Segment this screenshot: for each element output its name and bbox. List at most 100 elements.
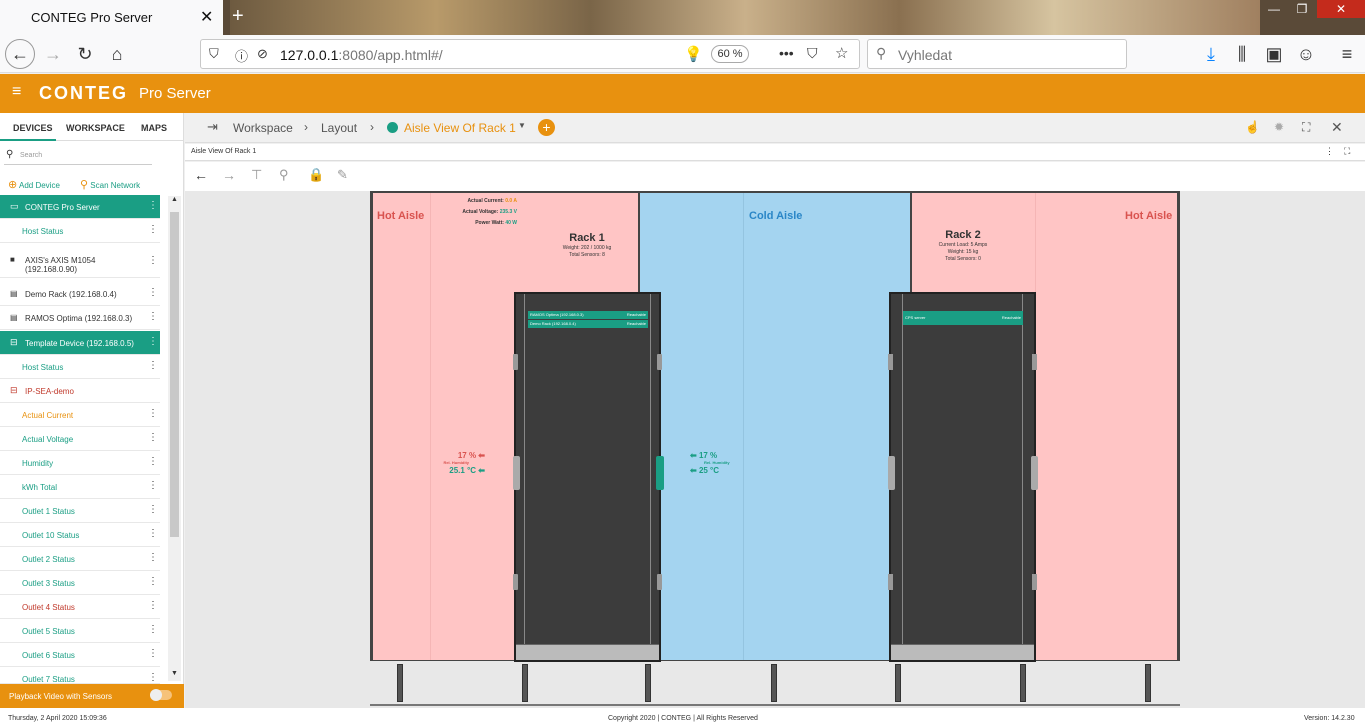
close-tab-icon[interactable]: ✕ xyxy=(200,7,213,27)
playback-toggle[interactable] xyxy=(150,689,172,701)
add-layout-icon[interactable]: + xyxy=(538,119,555,136)
menu-icon[interactable]: ≡ xyxy=(1333,41,1361,67)
library-icon[interactable]: ⫼ xyxy=(1228,41,1256,67)
sensor-item-actual-voltage[interactable]: Actual Voltage ⋮ xyxy=(0,427,160,451)
close-icon[interactable]: ✕ xyxy=(1331,119,1343,136)
pocket-icon[interactable]: ⛉ xyxy=(807,45,818,62)
scroll-down-icon[interactable]: ▼ xyxy=(171,670,178,677)
collapse-icon[interactable]: ⊟ xyxy=(10,337,18,348)
rack-device-row[interactable]: RAMOS Optima (192.168.0.3) Reachable xyxy=(528,311,648,319)
hamburger-icon[interactable]: ≡ xyxy=(12,83,21,101)
more-vert-icon[interactable]: ⋮ xyxy=(148,200,158,211)
sensor-item-outlet-6[interactable]: Outlet 6 Status ⋮ xyxy=(0,643,160,667)
sensor-item-outlet-2[interactable]: Outlet 2 Status ⋮ xyxy=(0,547,160,571)
exit-icon[interactable]: ⇥ xyxy=(207,119,218,135)
reload-icon[interactable]: ↻ xyxy=(71,41,99,67)
sensor-item-outlet-7[interactable]: Outlet 7 Status ⋮ xyxy=(0,667,160,684)
forward-arrow-icon[interactable]: → xyxy=(222,167,236,183)
sensor-item-outlet-4[interactable]: Outlet 4 Status ⋮ xyxy=(0,595,160,619)
rack2[interactable]: CPS server Reachable xyxy=(888,292,1038,662)
sensor-item-outlet-1[interactable]: Outlet 1 Status ⋮ xyxy=(0,499,160,523)
sensor-handle[interactable] xyxy=(656,456,664,490)
breadcrumb-workspace[interactable]: Workspace xyxy=(233,121,293,135)
sensor-item-outlet-5[interactable]: Outlet 5 Status ⋮ xyxy=(0,619,160,643)
more-vert-icon[interactable]: ⋮ xyxy=(148,648,158,659)
forward-icon[interactable]: → xyxy=(39,41,67,67)
touch-icon[interactable]: ☝ xyxy=(1245,120,1260,134)
device-item-conteg-pro-server[interactable]: ▭ CONTEG Pro Server ⋮ xyxy=(0,195,160,219)
more-vert-icon[interactable]: ⋮ xyxy=(148,504,158,515)
back-arrow-icon[interactable]: ← xyxy=(194,167,208,183)
tab-workspace[interactable]: WORKSPACE xyxy=(66,123,125,133)
door-handle[interactable] xyxy=(1031,456,1038,490)
address-bar[interactable]: ⛉ ⓘ ⊘ 127.0.0.1:8080/app.html#/ 💡 60 % •… xyxy=(200,39,860,69)
fullscreen-icon[interactable]: ⛶ xyxy=(1302,120,1310,135)
sensor-item-outlet-10[interactable]: Outlet 10 Status ⋮ xyxy=(0,523,160,547)
tab-devices[interactable]: DEVICES xyxy=(13,123,53,133)
device-item-ip-sea-demo[interactable]: ⊟ IP-SEA-demo xyxy=(0,379,160,403)
device-item-demo-rack[interactable]: ▤ Demo Rack (192.168.0.4) ⋮ xyxy=(0,282,160,306)
sidebar-scrollbar[interactable]: ▲ ▼ xyxy=(168,196,181,681)
device-item-axis-camera[interactable]: ■ AXIS's AXIS M1054 (192.168.0.90) ⋮ xyxy=(0,250,160,278)
hot-aisle-sensor[interactable]: 17 % ⬅ Rel. Humidity 25.1 °C ⬅ xyxy=(433,451,485,475)
more-vert-icon[interactable]: ⋮ xyxy=(148,528,158,539)
tab-maps[interactable]: MAPS xyxy=(141,123,167,133)
rack1[interactable]: RAMOS Optima (192.168.0.3) Reachable Dem… xyxy=(513,292,664,662)
more-vert-icon[interactable]: ⋮ xyxy=(148,408,158,419)
browser-search[interactable]: ⚲ Vyhledat xyxy=(867,39,1127,69)
download-icon[interactable]: ⤓ xyxy=(1197,41,1225,67)
door-handle[interactable] xyxy=(888,456,895,490)
lock-icon[interactable]: 🔒 xyxy=(308,167,324,183)
account-icon[interactable]: ☺ xyxy=(1292,41,1320,67)
home-icon[interactable]: ⌂ xyxy=(103,41,131,67)
cold-aisle-sensor[interactable]: ⬅ 17 % Rel. Humidity ⬅ 25 °C xyxy=(690,451,750,475)
sensor-item-kwh-total[interactable]: kWh Total ⋮ xyxy=(0,475,160,499)
device-item-template-device[interactable]: ⊟ Template Device (192.168.0.5) ⋮ xyxy=(0,331,160,355)
edit-icon[interactable]: ✎ xyxy=(337,167,348,183)
breadcrumb-current[interactable]: Aisle View Of Rack 1 xyxy=(404,121,516,135)
zoom-icon[interactable]: ⚲ xyxy=(279,167,289,183)
more-vert-icon[interactable]: ⋮ xyxy=(148,552,158,563)
sensor-item-humidity[interactable]: Humidity ⋮ xyxy=(0,451,160,475)
more-vert-icon[interactable]: ⋮ xyxy=(148,336,158,347)
more-vert-icon[interactable]: ⋮ xyxy=(148,672,158,683)
align-top-icon[interactable]: ⊤ xyxy=(251,167,262,183)
more-vert-icon[interactable]: ⋮ xyxy=(148,576,158,587)
device-item-host-status[interactable]: Host Status ⋮ xyxy=(0,219,160,243)
more-vert-icon[interactable]: ⋮ xyxy=(148,360,158,371)
device-search-input[interactable]: ⚲ Search xyxy=(4,147,152,165)
scrollbar-thumb[interactable] xyxy=(170,212,179,537)
minimize-icon[interactable]: — xyxy=(1259,0,1289,18)
scan-network-button[interactable]: ⚲ Scan Network xyxy=(80,178,140,191)
more-vert-icon[interactable]: ⋮ xyxy=(148,432,158,443)
back-icon[interactable]: ← xyxy=(5,39,35,69)
more-vert-icon[interactable]: ⋮ xyxy=(148,480,158,491)
device-item-ramos-optima[interactable]: ▤ RAMOS Optima (192.168.0.3) ⋮ xyxy=(0,306,160,330)
lightbulb-icon[interactable]: 💡 xyxy=(684,45,703,63)
more-vert-icon[interactable]: ⋮ xyxy=(148,311,158,322)
more-vert-icon[interactable]: ⋮ xyxy=(148,456,158,467)
more-icon[interactable]: ••• xyxy=(779,45,794,61)
more-vert-icon[interactable]: ⋮ xyxy=(148,255,158,266)
more-vert-icon[interactable]: ⋮ xyxy=(148,287,158,298)
more-vert-icon[interactable]: ⋮ xyxy=(148,224,158,235)
collapse-icon[interactable]: ⊟ xyxy=(10,385,18,396)
sensor-item-actual-current[interactable]: Actual Current ⋮ xyxy=(0,403,160,427)
rack-device-row[interactable]: CPS server Reachable xyxy=(903,311,1023,325)
add-device-button[interactable]: ⊕ Add Device xyxy=(8,178,60,191)
scroll-up-icon[interactable]: ▲ xyxy=(171,196,178,203)
breadcrumb-layout[interactable]: Layout xyxy=(321,121,357,135)
browser-tab[interactable]: CONTEG Pro Server ✕ xyxy=(0,0,223,35)
new-tab-icon[interactable]: + xyxy=(232,5,244,28)
bookmark-star-icon[interactable]: ☆ xyxy=(835,44,848,62)
sensor-item-outlet-3[interactable]: Outlet 3 Status ⋮ xyxy=(0,571,160,595)
more-vert-icon[interactable]: ⋮ xyxy=(148,624,158,635)
sensor-item-host-status[interactable]: Host Status ⋮ xyxy=(0,355,160,379)
window-close-icon[interactable]: ✕ xyxy=(1317,0,1365,18)
door-handle[interactable] xyxy=(513,456,520,490)
zoom-badge[interactable]: 60 % xyxy=(711,45,749,63)
dropdown-icon[interactable]: ▼ xyxy=(518,121,526,130)
restore-icon[interactable]: ❐ xyxy=(1287,0,1317,18)
sidebar-icon[interactable]: ▣ xyxy=(1260,41,1288,67)
bug-icon[interactable]: ✹ xyxy=(1274,120,1284,134)
